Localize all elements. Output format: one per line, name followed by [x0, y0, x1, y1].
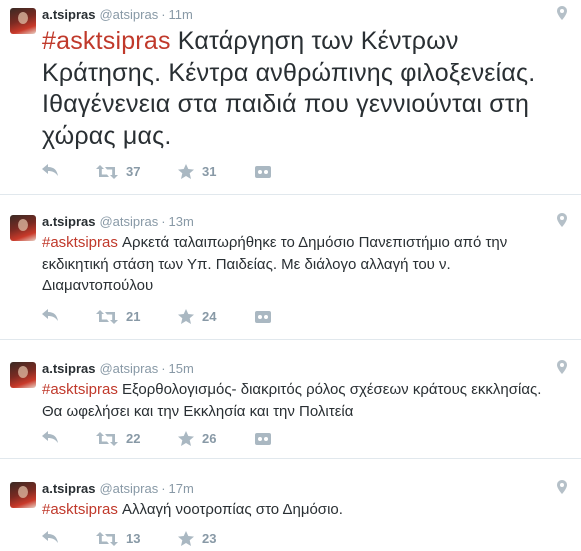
- reply-button[interactable]: [42, 431, 59, 443]
- hashtag-link[interactable]: #asktsipras: [42, 381, 118, 398]
- avatar[interactable]: [10, 362, 36, 388]
- location-pin-icon[interactable]: [557, 480, 567, 494]
- tweet[interactable]: a.tsipras @atsipras · 13m #asktsipras Αρκετ…: [0, 207, 581, 340]
- more-button[interactable]: [255, 433, 271, 445]
- more-button[interactable]: [255, 166, 271, 178]
- separator-dot: ·: [161, 214, 166, 229]
- tweet-header: a.tsipras @atsipras · 13m: [42, 213, 194, 231]
- star-icon: [178, 531, 194, 546]
- retweet-button[interactable]: 37: [96, 164, 140, 179]
- star-icon: [178, 431, 194, 446]
- favorite-count: 31: [202, 164, 217, 179]
- tweet-body: Αλλαγή νοοτροπίας στο Δημόσιο.: [117, 501, 343, 518]
- reply-button[interactable]: [42, 309, 59, 321]
- retweet-button[interactable]: 22: [96, 431, 140, 446]
- reply-icon: [42, 531, 58, 543]
- hashtag-link[interactable]: #asktsipras: [42, 27, 171, 55]
- user-name[interactable]: a.tsipras: [42, 361, 95, 376]
- user-handle[interactable]: @atsipras: [99, 7, 158, 22]
- retweet-count: 22: [126, 431, 141, 446]
- user-name[interactable]: a.tsipras: [42, 481, 95, 496]
- tweet-time[interactable]: 15m: [169, 361, 194, 376]
- retweet-icon: [96, 431, 118, 446]
- tweet-time[interactable]: 17m: [169, 481, 194, 496]
- location-pin-icon[interactable]: [557, 360, 567, 374]
- separator-dot: ·: [161, 361, 166, 376]
- more-icon: [255, 311, 271, 323]
- user-name[interactable]: a.tsipras: [42, 214, 95, 229]
- favorite-button[interactable]: 23: [178, 531, 216, 546]
- user-handle[interactable]: @atsipras: [99, 361, 158, 376]
- location-pin-icon[interactable]: [557, 6, 567, 20]
- favorite-button[interactable]: 24: [178, 309, 216, 324]
- tweet-text: #asktsipras Αλλαγή νοοτροπίας στο Δημόσι…: [42, 499, 561, 521]
- avatar[interactable]: [10, 215, 36, 241]
- tweet-text: #asktsipras Κατάργηση των Κέντρων Κράτησ…: [42, 26, 561, 152]
- favorite-count: 24: [202, 309, 217, 324]
- more-button[interactable]: [255, 311, 271, 323]
- retweet-button[interactable]: 13: [96, 531, 140, 546]
- star-icon: [178, 164, 194, 179]
- tweet-header: a.tsipras @atsipras · 11m: [42, 6, 193, 24]
- tweet[interactable]: a.tsipras @atsipras · 11m #asktsipras Κατάρ…: [0, 0, 581, 195]
- reply-icon: [42, 431, 58, 443]
- tweet-time[interactable]: 13m: [169, 214, 194, 229]
- favorite-count: 23: [202, 531, 217, 546]
- tweet[interactable]: a.tsipras @atsipras · 15m #asktsipras Εξορθ…: [0, 354, 581, 459]
- user-name[interactable]: a.tsipras: [42, 7, 95, 22]
- location-pin-icon[interactable]: [557, 213, 567, 227]
- tweet[interactable]: a.tsipras @atsipras · 17m #asktsipras Αλλαγ…: [0, 474, 581, 547]
- separator-dot: ·: [161, 481, 166, 496]
- user-handle[interactable]: @atsipras: [99, 481, 158, 496]
- retweet-icon: [96, 531, 118, 546]
- reply-icon: [42, 309, 58, 321]
- retweet-icon: [96, 309, 118, 324]
- user-handle[interactable]: @atsipras: [99, 214, 158, 229]
- tweet-text: #asktsipras Εξορθολογισμός- διακριτός ρό…: [42, 379, 561, 422]
- retweet-count: 13: [126, 531, 141, 546]
- more-icon: [255, 166, 271, 178]
- reply-icon: [42, 164, 58, 176]
- tweet-text: #asktsipras Αρκετά ταλαιπωρήθηκε το Δημό…: [42, 232, 561, 297]
- reply-button[interactable]: [42, 531, 59, 543]
- favorite-button[interactable]: 31: [178, 164, 216, 179]
- favorite-button[interactable]: 26: [178, 431, 216, 446]
- retweet-icon: [96, 164, 118, 179]
- favorite-count: 26: [202, 431, 217, 446]
- avatar[interactable]: [10, 482, 36, 508]
- tweet-header: a.tsipras @atsipras · 17m: [42, 480, 194, 498]
- retweet-count: 21: [126, 309, 141, 324]
- tweet-time[interactable]: 11m: [169, 7, 193, 22]
- retweet-count: 37: [126, 164, 141, 179]
- retweet-button[interactable]: 21: [96, 309, 140, 324]
- tweet-header: a.tsipras @atsipras · 15m: [42, 360, 194, 378]
- star-icon: [178, 309, 194, 324]
- reply-button[interactable]: [42, 164, 59, 176]
- tweet-body: Εξορθολογισμός- διακριτός ρόλος σχέσεων …: [42, 381, 542, 420]
- separator-dot: ·: [161, 7, 166, 22]
- avatar[interactable]: [10, 8, 36, 34]
- more-icon: [255, 433, 271, 445]
- hashtag-link[interactable]: #asktsipras: [42, 234, 118, 251]
- hashtag-link[interactable]: #asktsipras: [42, 501, 118, 518]
